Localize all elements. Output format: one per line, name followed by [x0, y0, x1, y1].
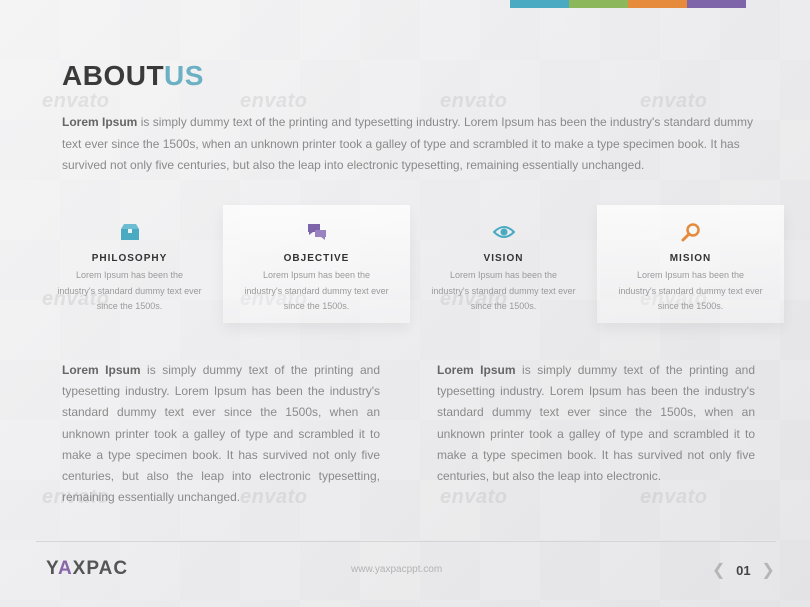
- feature-title: MISION: [669, 253, 712, 264]
- features-row: PHILOSOPHY Lorem Ipsum has been the indu…: [36, 205, 784, 323]
- watermark-logo: envato: [240, 90, 308, 112]
- brand-part-2: XPAC: [72, 558, 129, 579]
- page-title: ABOUTUS: [62, 60, 204, 92]
- watermark-logo: envato: [640, 90, 708, 112]
- color-bar-segment: [510, 0, 569, 8]
- feature-text: Lorem Ipsum has been the industry's stan…: [431, 270, 576, 311]
- pager: ❮ 01 ❯: [712, 560, 775, 580]
- feature-philosophy: PHILOSOPHY Lorem Ipsum has been the indu…: [36, 205, 223, 323]
- page-number: 01: [736, 562, 751, 578]
- chevron-right-icon[interactable]: ❯: [761, 560, 774, 580]
- page-title-part-1: ABOUT: [62, 60, 165, 91]
- right-column-text: is simply dummy text of the printing and…: [437, 363, 755, 484]
- watermark-logo: envato: [640, 486, 708, 508]
- brand-part-1: Y: [46, 558, 58, 579]
- color-bar: [510, 0, 746, 8]
- watermark-logo: envato: [42, 90, 110, 112]
- left-column-lead: Lorem Ipsum: [62, 363, 141, 377]
- left-column-text: is simply dummy text of the printing and…: [62, 363, 380, 505]
- chevron-left-icon[interactable]: ❮: [712, 560, 725, 580]
- watermark-logo: envato: [440, 90, 508, 112]
- color-bar-segment: [628, 0, 687, 8]
- website-url[interactable]: www.yaxpacppt.com: [351, 564, 442, 575]
- color-bar-segment: [569, 0, 628, 8]
- magnifier-icon: [597, 219, 784, 245]
- feature-text: Lorem Ipsum has been the industry's stan…: [244, 270, 389, 311]
- right-column-paragraph: Lorem Ipsum is simply dummy text of the …: [437, 360, 755, 487]
- right-column-lead: Lorem Ipsum: [437, 363, 516, 377]
- intro-text: is simply dummy text of the printing and…: [62, 115, 754, 172]
- feature-title: PHILOSOPHY: [91, 253, 168, 264]
- feature-text: Lorem Ipsum has been the industry's stan…: [618, 270, 763, 311]
- color-bar-segment: [687, 0, 746, 8]
- footer-divider: [36, 541, 776, 542]
- feature-title: VISION: [483, 253, 524, 264]
- brand-part-accent: A: [57, 558, 73, 579]
- eye-icon: [410, 219, 597, 245]
- brand-logo: YAXPAC: [46, 558, 128, 580]
- watermark-logo: envato: [440, 486, 508, 508]
- left-column-paragraph: Lorem Ipsum is simply dummy text of the …: [62, 360, 380, 508]
- feature-mision: MISION Lorem Ipsum has been the industry…: [597, 205, 784, 323]
- intro-lead: Lorem Ipsum: [62, 115, 138, 129]
- feature-title: OBJECTIVE: [283, 253, 350, 264]
- feature-vision: VISION Lorem Ipsum has been the industry…: [410, 205, 597, 323]
- chat-icon: [223, 219, 410, 245]
- intro-paragraph: Lorem Ipsum is simply dummy text of the …: [62, 112, 762, 177]
- feature-objective: OBJECTIVE Lorem Ipsum has been the indus…: [223, 205, 410, 323]
- page-title-part-2: US: [164, 60, 204, 91]
- feature-text: Lorem Ipsum has been the industry's stan…: [57, 270, 202, 311]
- box-icon: [36, 219, 223, 245]
